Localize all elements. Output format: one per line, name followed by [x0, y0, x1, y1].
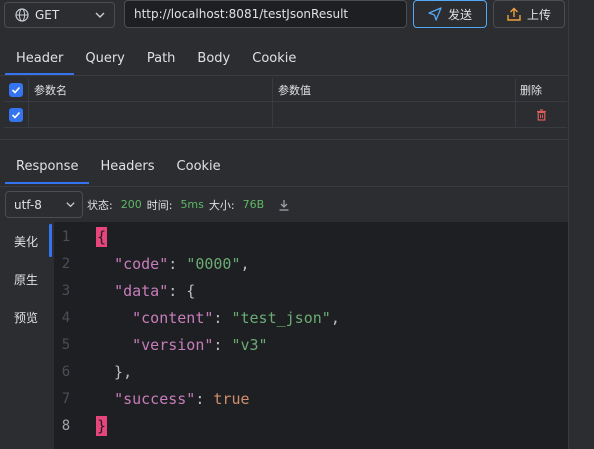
size-label: 大小:	[208, 198, 235, 212]
tab-header[interactable]: Header	[5, 41, 75, 75]
trash-icon	[537, 108, 546, 121]
encoding-select[interactable]: utf-8	[5, 191, 83, 218]
status-label: 状态:	[87, 198, 113, 212]
upload-button[interactable]: 上传	[493, 0, 565, 28]
code-line: 6 },	[54, 358, 132, 385]
code-text: {	[96, 226, 108, 247]
code-line: 4 "content": "test_json",	[54, 304, 340, 331]
tab-query[interactable]: Query	[74, 41, 136, 75]
column-header-delete: 删除	[520, 83, 542, 97]
line-number: 1	[61, 228, 71, 245]
line-number: 3	[61, 282, 71, 299]
tab-body[interactable]: Body	[186, 41, 241, 75]
divider	[0, 75, 568, 76]
url-input[interactable]: http://localhost:8081/testJsonResult	[124, 0, 407, 28]
time-value: 5ms	[180, 198, 204, 211]
delete-row-button[interactable]	[516, 102, 567, 127]
encoding-label: utf-8	[14, 197, 42, 212]
right-panel-edge	[568, 0, 594, 449]
table-row	[4, 102, 567, 127]
request-tabs: Header Query Path Body Cookie	[5, 41, 307, 75]
header-params-table: 参数名 参数值 删除	[4, 78, 567, 128]
tab-path[interactable]: Path	[136, 41, 187, 75]
method-label: GET	[35, 8, 60, 22]
param-name-input[interactable]	[29, 102, 273, 127]
param-value-input[interactable]	[273, 102, 516, 127]
response-body-viewer[interactable]: 1 { 2 "code": "0000", 3 "data": { 4 "con…	[54, 222, 568, 449]
code-line: 1 {	[54, 223, 108, 250]
check-icon	[11, 111, 21, 119]
code-text: },	[96, 362, 133, 381]
globe-icon	[15, 8, 29, 22]
status-code: 200	[120, 198, 142, 211]
tab-headers[interactable]: Headers	[89, 148, 165, 184]
tab-raw[interactable]: 原生	[0, 260, 52, 298]
highlighted-brace: }	[96, 415, 108, 436]
code-line: 7 "success": true	[54, 385, 250, 412]
chevron-down-icon	[95, 12, 105, 18]
upload-label: 上传	[526, 7, 551, 22]
code-text: "content": "test_json",	[132, 308, 340, 327]
code-text: "code": "0000",	[114, 254, 250, 273]
send-button[interactable]: 发送	[413, 0, 487, 28]
response-tabs: Response Headers Cookie	[5, 148, 232, 184]
response-status-bar: utf-8 状态: 200 时间: 5ms 大小: 76B	[0, 189, 570, 220]
tab-cookie[interactable]: Cookie	[166, 148, 232, 184]
upload-icon	[507, 7, 521, 21]
line-number: 6	[61, 363, 71, 380]
code-line: 5 "version": "v3"	[54, 331, 268, 358]
divider	[0, 139, 568, 140]
tab-cookie[interactable]: Cookie	[241, 41, 307, 75]
divider	[0, 186, 568, 187]
time-label: 时间:	[146, 198, 173, 212]
send-label: 发送	[447, 7, 472, 22]
size-value: 76B	[242, 198, 265, 211]
tab-preview[interactable]: 预览	[0, 298, 52, 336]
code-text: "data": {	[114, 281, 196, 300]
chevron-down-icon	[66, 202, 75, 208]
line-number: 5	[61, 336, 71, 353]
column-header-name: 参数名	[29, 78, 273, 101]
line-number: 4	[61, 309, 71, 326]
select-all-checkbox[interactable]	[4, 78, 29, 101]
download-icon[interactable]	[278, 199, 290, 211]
column-header-value: 参数值	[273, 78, 516, 101]
code-text: "version": "v3"	[132, 335, 268, 354]
table-header-row: 参数名 参数值 删除	[4, 78, 567, 102]
code-text: "success": true	[114, 389, 250, 408]
divider	[4, 127, 567, 128]
code-line: 3 "data": {	[54, 277, 196, 304]
check-icon	[11, 86, 21, 94]
code-line: 8 }	[54, 412, 108, 439]
code-text: }	[96, 415, 108, 436]
method-select[interactable]: GET	[4, 2, 115, 28]
tab-response[interactable]: Response	[5, 148, 90, 184]
highlighted-brace: {	[96, 226, 108, 247]
line-number: 7	[61, 390, 71, 407]
line-number: 8	[61, 417, 71, 434]
view-mode-tabs: 美化 原生 预览	[0, 222, 52, 449]
line-number: 2	[61, 255, 71, 272]
code-line: 2 "code": "0000",	[54, 250, 250, 277]
tab-pretty[interactable]: 美化	[0, 222, 52, 260]
send-icon	[428, 7, 442, 21]
row-checkbox[interactable]	[4, 102, 29, 127]
